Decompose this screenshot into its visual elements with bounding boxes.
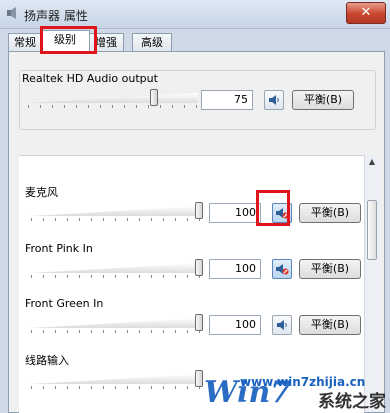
speaker-icon[interactable] <box>272 315 292 335</box>
watermark-brand: 系统之家 <box>318 392 386 412</box>
tab-advanced[interactable]: 高级 <box>132 33 172 52</box>
slider-thumb[interactable] <box>150 89 158 106</box>
speaker-muted-icon[interactable] <box>272 203 292 223</box>
tab-levels[interactable]: 级别 <box>40 30 90 53</box>
slider-thumb[interactable] <box>195 259 203 276</box>
window-title: 扬声器 属性 <box>24 9 88 23</box>
volume-slider[interactable] <box>31 202 203 221</box>
device-label: 线路输入 <box>25 354 69 367</box>
balance-button[interactable]: 平衡(B) <box>299 259 361 279</box>
scroll-thumb[interactable] <box>367 200 377 260</box>
tab-general[interactable]: 常规 <box>8 33 42 52</box>
slider-thumb[interactable] <box>195 202 203 219</box>
balance-button[interactable]: 平衡(B) <box>299 315 361 335</box>
title-bar: 扬声器 属性 ✕ <box>0 0 390 29</box>
levels-panel: Realtek HD Audio output 75 平衡(B) 麦克风 100… <box>8 51 385 413</box>
device-label: Realtek HD Audio output <box>22 72 158 85</box>
device-label: 麦克风 <box>25 186 58 199</box>
volume-value[interactable]: 100 <box>209 203 261 223</box>
slider-thumb[interactable] <box>195 314 203 331</box>
volume-slider[interactable] <box>28 89 198 108</box>
volume-value[interactable]: 100 <box>209 259 261 279</box>
speaker-icon[interactable] <box>264 90 284 110</box>
volume-slider[interactable] <box>31 259 203 278</box>
speaker-muted-icon[interactable] <box>272 259 292 279</box>
slider-thumb[interactable] <box>195 370 203 387</box>
speaker-app-icon <box>7 7 16 19</box>
tab-enhancements[interactable]: 增强 <box>88 33 124 52</box>
volume-value[interactable]: 75 <box>201 90 253 110</box>
output-device-group: Realtek HD Audio output 75 平衡(B) <box>19 70 376 130</box>
balance-button[interactable]: 平衡(B) <box>292 90 354 110</box>
scroll-up-icon[interactable]: ▲ <box>365 155 379 169</box>
watermark: Win7 www.win7zhijia.cn 系统之家 <box>204 375 386 412</box>
scrollbar[interactable]: ▲ <box>364 155 379 412</box>
device-label: Front Pink In <box>25 242 93 255</box>
volume-slider[interactable] <box>31 314 203 333</box>
volume-slider[interactable] <box>31 370 203 389</box>
balance-button[interactable]: 平衡(B) <box>299 203 361 223</box>
device-label: Front Green In <box>25 297 104 310</box>
volume-value[interactable]: 100 <box>209 315 261 335</box>
close-button[interactable]: ✕ <box>346 2 386 24</box>
